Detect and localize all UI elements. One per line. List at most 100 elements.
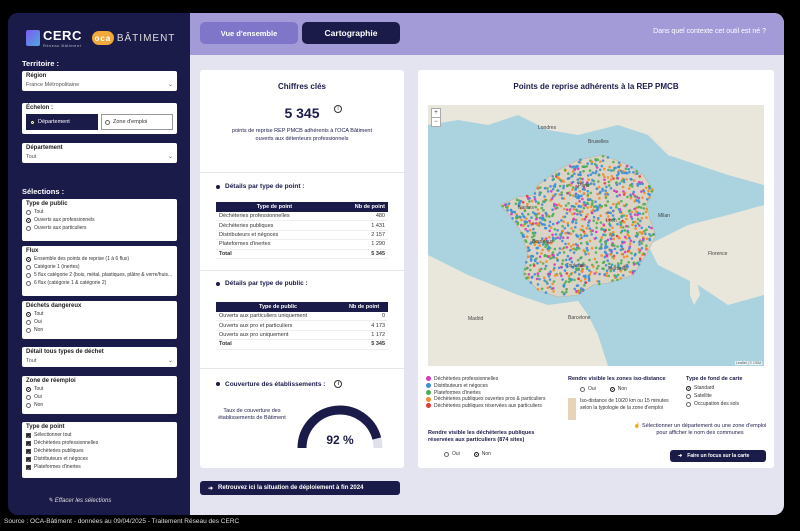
reprise-point[interactable] [561,262,564,266]
reprise-point[interactable] [576,284,580,287]
reprise-point[interactable] [627,187,631,190]
reprise-point[interactable] [619,231,623,234]
reprise-point[interactable] [539,191,542,194]
reprise-point[interactable] [637,199,640,202]
reprise-point[interactable] [622,193,626,196]
reprise-point[interactable] [619,277,622,280]
reprise-point[interactable] [587,252,590,256]
reprise-point[interactable] [551,251,555,254]
reprise-point[interactable] [563,269,567,272]
reprise-point[interactable] [617,165,620,168]
dechets-option[interactable]: Oui [22,318,177,326]
reprise-point[interactable] [554,233,558,236]
reprise-point[interactable] [597,180,600,183]
clear-selections-button[interactable]: ✎ Effacer les sélections [48,497,111,504]
reprise-point[interactable] [551,187,555,191]
echelon-departement-button[interactable]: Département [26,114,98,130]
reprise-point[interactable] [629,193,632,197]
reprise-point[interactable] [609,224,612,227]
reprise-point[interactable] [515,198,519,202]
reprise-point[interactable] [531,275,534,279]
reprise-point[interactable] [590,246,594,250]
reprise-point[interactable] [559,204,563,208]
reprise-point[interactable] [578,291,582,295]
reprise-point[interactable] [544,211,548,215]
reprise-point[interactable] [582,192,586,195]
reprise-point[interactable] [633,269,636,273]
reprise-point[interactable] [501,204,504,208]
reprise-point[interactable] [586,174,590,177]
reprise-point[interactable] [582,230,586,233]
reprise-point[interactable] [611,226,614,230]
reprise-point[interactable] [545,260,548,263]
reprise-point[interactable] [637,263,641,266]
reprise-point[interactable] [640,246,644,250]
reprise-point[interactable] [567,177,571,180]
dechets-option[interactable]: Non [22,326,177,334]
reprise-point[interactable] [552,287,555,290]
reprise-point[interactable] [536,261,539,265]
reprise-point[interactable] [644,232,647,236]
reprise-point[interactable] [583,234,586,238]
reprise-point[interactable] [601,155,605,158]
reprise-point[interactable] [591,171,595,174]
reprise-point[interactable] [565,272,569,275]
reprise-point[interactable] [623,229,627,232]
reprise-point[interactable] [579,158,582,161]
reprise-point[interactable] [538,268,541,271]
reprise-point[interactable] [621,185,625,189]
reprise-point[interactable] [590,182,593,185]
reprise-point[interactable] [584,215,588,219]
reprise-point[interactable] [647,189,650,193]
reprise-point[interactable] [622,274,625,277]
reprise-point[interactable] [509,209,513,212]
reprise-point[interactable] [608,262,611,265]
reprise-point[interactable] [581,218,584,221]
reprise-point[interactable] [595,221,599,225]
reprise-point[interactable] [622,255,626,259]
reprise-point[interactable] [611,214,615,217]
reprise-point[interactable] [609,211,612,215]
reprise-point[interactable] [569,256,573,260]
reprise-point[interactable] [594,251,598,254]
reprise-point[interactable] [553,228,557,231]
reprise-point[interactable] [556,229,559,232]
reprise-point[interactable] [605,254,608,257]
reprise-point[interactable] [576,178,580,181]
reprise-point[interactable] [619,225,623,229]
reprise-point[interactable] [564,242,567,246]
flux-option[interactable]: 6 flux (catégorie 1 & catégorie 2) [22,279,177,287]
reprise-point[interactable] [588,169,592,172]
reprise-point[interactable] [561,224,564,228]
reprise-point[interactable] [615,203,618,206]
reprise-point[interactable] [606,259,609,262]
reprise-point[interactable] [551,233,554,237]
reprise-point[interactable] [633,213,637,216]
reprise-point[interactable] [598,197,601,200]
reprise-point[interactable] [625,178,628,181]
reprise-point[interactable] [573,278,576,282]
reprise-point[interactable] [608,248,612,252]
reprise-point[interactable] [546,187,549,190]
reprise-point[interactable] [599,160,602,163]
reprise-point[interactable] [636,217,640,221]
reprise-point[interactable] [556,206,559,210]
reprise-point[interactable] [525,194,529,198]
reprise-point[interactable] [553,247,557,251]
reprise-point[interactable] [536,283,540,286]
reprise-point[interactable] [540,203,544,206]
reprise-point[interactable] [574,218,578,222]
reprise-point[interactable] [579,210,582,213]
reprise-point[interactable] [567,172,570,175]
reprise-point[interactable] [606,156,610,159]
reprise-point[interactable] [605,239,608,243]
reprise-point[interactable] [558,237,562,240]
reprise-point[interactable] [639,206,643,209]
reprise-point[interactable] [533,273,537,276]
reprise-point[interactable] [564,204,568,207]
reprise-point[interactable] [634,195,637,198]
reprise-point[interactable] [573,172,576,175]
reprise-point[interactable] [644,210,648,214]
reprise-point[interactable] [601,261,605,264]
reprise-point[interactable] [574,221,578,225]
